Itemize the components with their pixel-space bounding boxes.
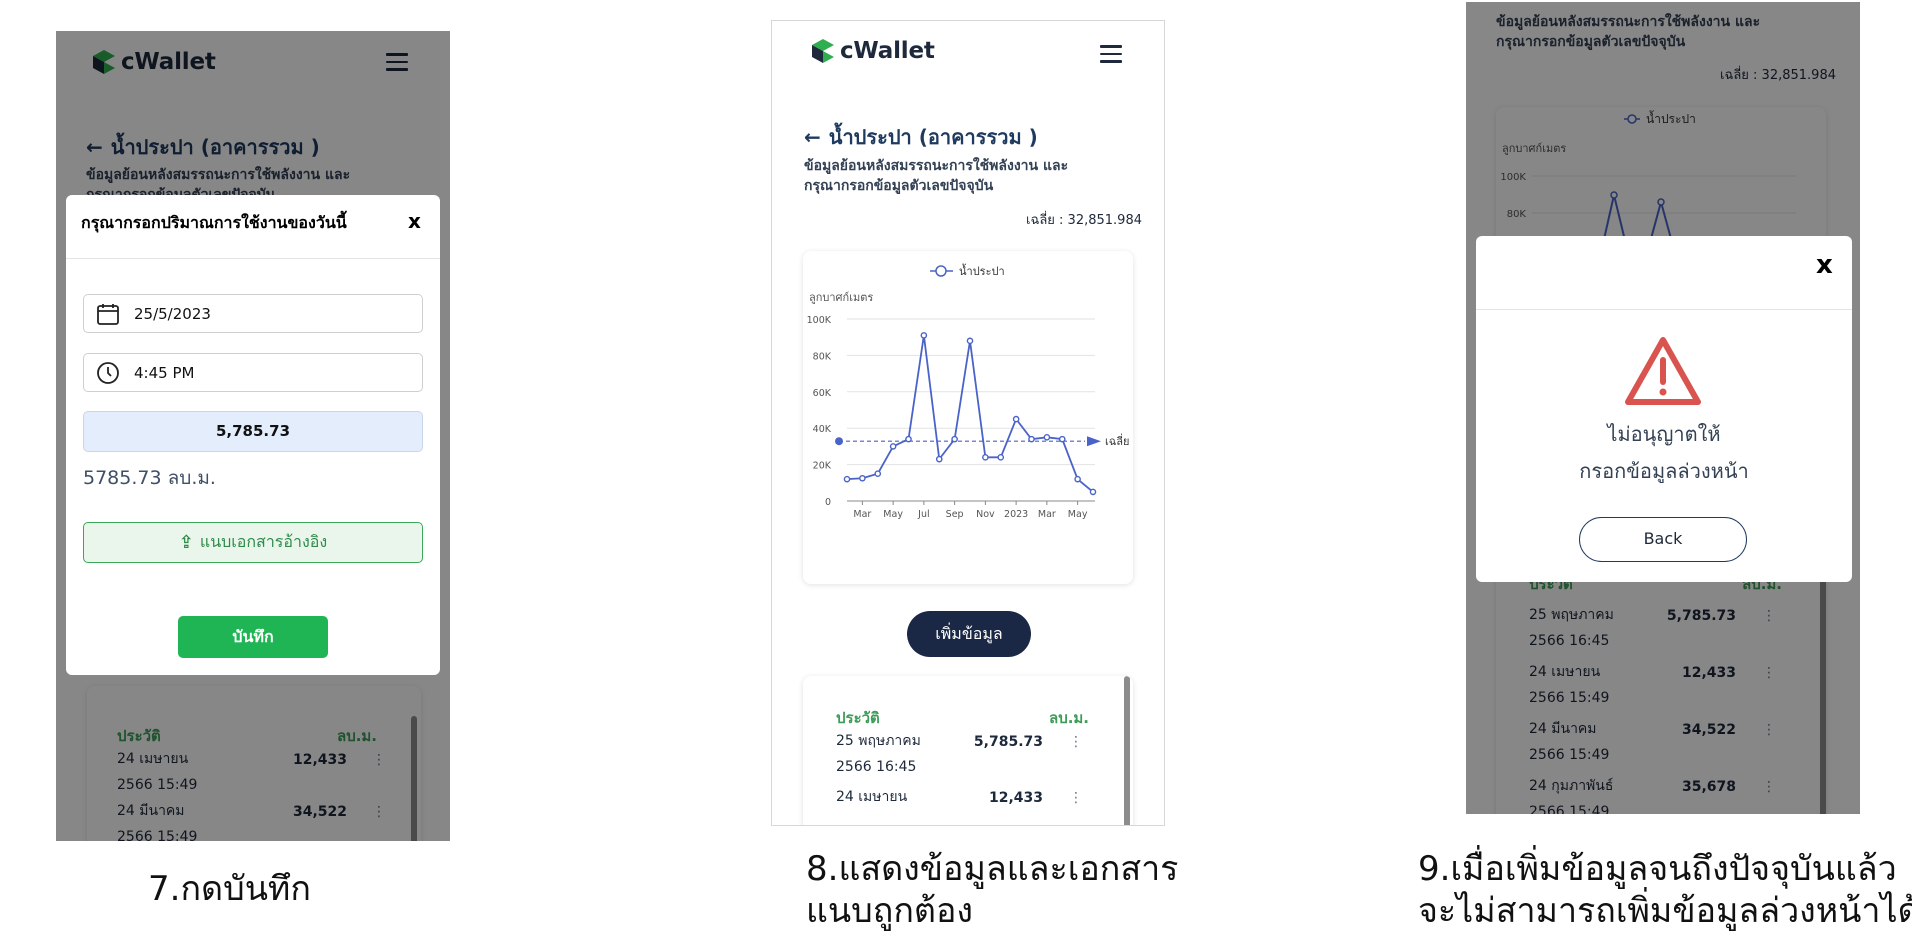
app-logo: cWallet [811, 38, 935, 64]
back-arrow-icon[interactable]: ← [804, 125, 821, 149]
data-point [982, 454, 989, 461]
modal-divider [66, 258, 440, 259]
average-label: เฉลี่ย [1105, 433, 1129, 448]
x-tick-label: Mar [1038, 509, 1056, 520]
time-field[interactable]: 4:45 PM [83, 353, 423, 392]
x-tick-label: 2023 [1004, 509, 1028, 520]
warning-triangle-icon [1625, 337, 1701, 405]
close-icon[interactable]: x [1816, 250, 1833, 280]
average-start-marker [835, 437, 843, 446]
more-options-icon[interactable]: ⋮ [1069, 734, 1083, 750]
data-point [966, 337, 974, 345]
save-button[interactable]: บันทึก [178, 616, 328, 658]
screen-8-phone: cWallet ← น้ำประปา (อาคารรวม ) ข้อมูลย้อ… [771, 20, 1165, 826]
page-subtitle-line2: กรุณากรอกข้อมูลตัวเลขปัจจุบัน [804, 178, 994, 194]
date-value: 25/5/2023 [134, 304, 211, 323]
y-tick-label: 100K [807, 315, 832, 326]
upload-icon: ⇪ [178, 532, 194, 553]
amount-unit-text: 5785.73 ลบ.ม. [83, 467, 216, 489]
caption-step-8-line1: 8.แสดงข้อมูลและเอกสาร [806, 849, 1179, 889]
series-line [846, 335, 1094, 493]
more-options-icon[interactable]: ⋮ [1069, 790, 1083, 806]
calendar-icon [97, 303, 119, 325]
data-point [1058, 435, 1066, 443]
warning-message: ไม่อนุญาตให้ กรอกข้อมูลล่วงหน้า [1476, 416, 1852, 490]
chart-card: น้ำประปาลูกบาศก์เมตร 0 20K 40K 60K 80K 100K Mar… [803, 251, 1133, 584]
usage-input-modal: กรุณากรอกปริมาณการใช้งานของวันนี้ x 25/5… [66, 195, 440, 675]
data-point [889, 443, 897, 450]
page-title-text: น้ำประปา (อาคารรวม ) [828, 125, 1038, 149]
data-point [935, 455, 943, 463]
data-point [1012, 415, 1020, 423]
data-point [843, 475, 851, 483]
x-tick-label: Mar [853, 509, 871, 520]
date-field[interactable]: 25/5/2023 [83, 294, 423, 333]
caption-step-8: 8.แสดงข้อมูลและเอกสาร แนบถูกต้อง [806, 848, 1178, 932]
history-card: ประวัติ ลบ.ม. 25 พฤษภาคม 2566 16:45 5,785… [803, 676, 1133, 825]
history-row-date: 25 พฤษภาคม 2566 16:45 [836, 733, 921, 775]
screen-7-phone: cWallet ← น้ำประปา (อาคารรวม ) ข้อมูลย้อ… [56, 31, 450, 841]
caption-step-9-line2: จะไม่สามารถเพิ่มข้อมูลล่วงหน้าได้ [1418, 891, 1912, 931]
x-tick-label: May [1068, 509, 1088, 520]
data-point [997, 454, 1005, 461]
modal-divider [1476, 309, 1852, 310]
y-tick-label: 80K [813, 351, 832, 362]
caption-step-9: 9.เมื่อเพิ่มข้อมูลจนถึงปัจจุบันแล้ว จะไม… [1418, 848, 1912, 932]
data-point [874, 470, 882, 477]
x-tick-label: Sep [946, 509, 964, 520]
legend-label: น้ำประปา [959, 263, 1005, 278]
y-axis-label: ลูกบาศก์เมตร [809, 291, 873, 304]
cwallet-logo-icon [812, 39, 834, 63]
caption-step-7: 7.กดบันทึก [148, 869, 311, 909]
page-subtitle-line1: ข้อมูลย้อนหลังสมรรถนะการใช้พลังงาน และ [804, 158, 1069, 174]
data-point [1043, 433, 1051, 441]
add-data-button[interactable]: เพิ่มข้อมูล [907, 611, 1031, 657]
y-tick-label: 40K [813, 424, 832, 435]
history-header-label: ประวัติ [836, 709, 880, 727]
history-header-unit: ลบ.ม. [1049, 709, 1089, 727]
caption-step-9-line1: 9.เมื่อเพิ่มข้อมูลจนถึงปัจจุบันแล้ว [1418, 849, 1897, 889]
page-subtitle: ข้อมูลย้อนหลังสมรรถนะการใช้พลังงาน และ ก… [804, 156, 1144, 196]
average-arrow [1087, 436, 1101, 447]
history-row-value: 12,433 [988, 790, 1043, 806]
modal-title: กรุณากรอกปริมาณการใช้งานของวันนี้ [81, 213, 347, 232]
app-name: cWallet [840, 38, 935, 64]
y-tick-label: 20K [813, 461, 832, 472]
history-row-value: 5,785.73 [973, 734, 1043, 750]
close-icon[interactable]: x [408, 209, 421, 233]
time-value: 4:45 PM [134, 363, 195, 382]
x-tick-label: Jul [917, 509, 929, 520]
data-point [905, 435, 912, 443]
y-tick-label: 60K [813, 388, 832, 399]
warning-line1: ไม่อนุญาตให้ [1607, 422, 1721, 446]
data-point [1089, 488, 1097, 496]
attach-document-button[interactable]: ⇪ แนบเอกสารอ้างอิง [83, 522, 423, 563]
x-tick-label: Nov [976, 509, 995, 520]
data-point [951, 435, 958, 443]
scrollbar[interactable] [1124, 676, 1130, 825]
screen-9-phone: ข้อมูลย้อนหลังสมรรถนะการใช้พลังงาน และ ก… [1466, 2, 1860, 814]
x-tick-label: May [883, 509, 903, 520]
amount-input[interactable]: 5,785.73 [83, 411, 423, 452]
legend-marker [935, 265, 947, 277]
caption-step-8-line2: แนบถูกต้อง [806, 891, 974, 931]
warning-line2: กรอกข้อมูลล่วงหน้า [1579, 459, 1749, 483]
data-point [920, 332, 928, 339]
y-tick-label: 0 [825, 497, 831, 508]
warning-modal: x ไม่อนุญาตให้ กรอกข้อมูลล่วงหน้า Back [1476, 236, 1852, 582]
data-point [859, 474, 866, 482]
attach-document-label: แนบเอกสารอ้างอิง [199, 532, 328, 551]
data-point [1074, 475, 1081, 483]
data-point [1028, 435, 1035, 443]
back-button[interactable]: Back [1579, 517, 1747, 562]
hamburger-menu-icon[interactable] [1100, 45, 1122, 63]
clock-icon [97, 361, 119, 384]
average-value: เฉลี่ย : 32,851.984 [1026, 213, 1142, 228]
page-title: ← น้ำประปา (อาคารรวม ) [804, 121, 1038, 153]
history-row-date: 24 เมษายน [836, 789, 908, 805]
usage-line-chart: น้ำประปาลูกบาศก์เมตร 0 20K 40K 60K 80K 100K Mar… [807, 263, 1130, 520]
